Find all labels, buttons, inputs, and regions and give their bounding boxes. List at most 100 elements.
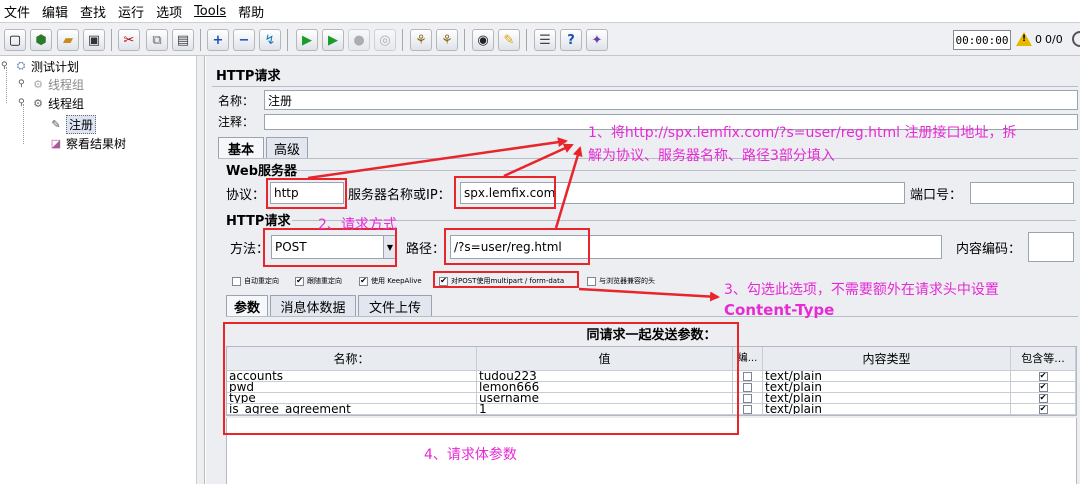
toggle-icon[interactable]: ↯ bbox=[259, 29, 281, 51]
menu-help[interactable]: 帮助 bbox=[238, 2, 264, 21]
server-label: 服务器名称或IP： bbox=[348, 187, 451, 203]
gear-icon: ⚙ bbox=[33, 96, 43, 110]
sampler-pencil-icon: ✎ bbox=[51, 117, 61, 131]
menu-tools[interactable]: Tools bbox=[194, 4, 226, 19]
browser-headers-checkbox[interactable]: 与浏览器兼容的头 bbox=[587, 276, 655, 286]
param-content-type[interactable]: text/plain bbox=[763, 371, 1011, 382]
thread-count: 0/0 bbox=[1045, 32, 1063, 46]
checkbox-box: ✔ bbox=[359, 276, 368, 286]
annotation-box-params bbox=[223, 322, 739, 435]
encode-checkbox[interactable] bbox=[743, 404, 752, 414]
listener-icon: ◪ bbox=[50, 136, 62, 150]
tree-toggle-icon[interactable]: ⚲ bbox=[18, 79, 28, 89]
tab-file-upload[interactable]: 文件上传 bbox=[358, 295, 432, 316]
encoding-label: 内容编码： bbox=[956, 241, 1022, 257]
clear-all-icon[interactable]: ⚘ bbox=[436, 29, 458, 51]
annotation-note-1-line-2: 解为协议、服务器名称、路径3部分填入 bbox=[588, 148, 835, 164]
encode-checkbox[interactable] bbox=[743, 393, 752, 403]
column-header-include-equals[interactable]: 包含等... bbox=[1011, 347, 1076, 371]
tree-node-test-plan[interactable]: ⚲ ⛭ 测试计划 bbox=[1, 57, 79, 75]
start-icon[interactable]: ▶ bbox=[296, 29, 318, 51]
menu-options[interactable]: 选项 bbox=[156, 2, 182, 21]
checkbox-box: ✔ bbox=[295, 276, 304, 286]
include-equals-cell[interactable]: ✔ bbox=[1011, 393, 1076, 404]
menu-run[interactable]: 运行 bbox=[118, 2, 144, 21]
encode-checkbox[interactable] bbox=[743, 371, 752, 381]
tab-body-data[interactable]: 消息体数据 bbox=[270, 295, 356, 316]
param-content-type[interactable]: text/plain bbox=[763, 404, 1011, 415]
help-icon[interactable]: ? bbox=[560, 29, 582, 51]
annotation-note-3-line-1: 3、勾选此选项，不需要额外在请求头中设置 bbox=[724, 282, 999, 298]
follow-redirect-checkbox[interactable]: ✔ 跟随重定向 bbox=[295, 276, 342, 286]
keepalive-checkbox[interactable]: ✔ 使用 KeepAlive bbox=[359, 276, 422, 286]
menu-file[interactable]: 文件 bbox=[4, 2, 30, 21]
test-plan-tree: ⚲ ⛭ 测试计划 ⚲ ⚙ 线程组 ⚲ ⚙ 线程组 ✎ 注册 ◪ 察看结果树 bbox=[0, 56, 197, 484]
port-label: 端口号： bbox=[910, 187, 963, 203]
param-content-type[interactable]: text/plain bbox=[763, 382, 1011, 393]
encode-checkbox[interactable] bbox=[743, 382, 752, 392]
annotation-box-server bbox=[454, 176, 556, 209]
tab-parameters[interactable]: 参数 bbox=[226, 295, 268, 316]
reset-search-icon[interactable]: ✎ bbox=[498, 29, 520, 51]
function-helper-icon[interactable]: ☰ bbox=[534, 29, 556, 51]
name-field[interactable]: 注册 bbox=[264, 90, 1078, 110]
search-icon[interactable]: ◉ bbox=[472, 29, 494, 51]
clear-icon[interactable]: ⚘ bbox=[410, 29, 432, 51]
auto-redirect-checkbox[interactable]: 自动重定向 bbox=[232, 276, 279, 286]
shutdown-icon[interactable]: ◎ bbox=[374, 29, 396, 51]
elapsed-timer: 00:00:00 bbox=[953, 30, 1011, 50]
copy-icon[interactable]: ⧉ bbox=[146, 29, 168, 51]
annotation-box-path bbox=[444, 228, 590, 265]
checkbox-box bbox=[587, 276, 596, 286]
comment-label: 注释： bbox=[218, 114, 255, 129]
tree-node-results-tree[interactable]: ◪ 察看结果树 bbox=[46, 134, 126, 152]
warning-icon: ! bbox=[1016, 32, 1032, 46]
annotation-note-3-line-2: Content-Type bbox=[724, 301, 835, 319]
tree-node-thread-group-2[interactable]: ⚲ ⚙ 线程组 bbox=[18, 94, 84, 112]
column-header-content-type[interactable]: 内容类型 bbox=[763, 347, 1011, 371]
tab-advanced[interactable]: 高级 bbox=[266, 137, 308, 158]
gear-icon: ⚙ bbox=[33, 77, 43, 91]
include-equals-checkbox[interactable]: ✔ bbox=[1038, 404, 1048, 414]
checkbox-box bbox=[232, 276, 241, 286]
menu-search[interactable]: 查找 bbox=[80, 2, 106, 21]
expand-icon[interactable]: + bbox=[207, 29, 229, 51]
tree-node-register[interactable]: ✎ 注册 bbox=[46, 114, 97, 134]
menu-edit[interactable]: 编辑 bbox=[42, 2, 68, 21]
panel-title: HTTP请求 bbox=[216, 68, 281, 84]
collapse-icon[interactable]: − bbox=[233, 29, 255, 51]
encoding-field[interactable] bbox=[1028, 232, 1074, 262]
include-equals-checkbox[interactable]: ✔ bbox=[1038, 371, 1048, 381]
splitter[interactable] bbox=[197, 56, 205, 484]
include-equals-checkbox[interactable]: ✔ bbox=[1038, 393, 1048, 403]
tab-basic[interactable]: 基本 bbox=[218, 137, 264, 158]
tree-toggle-icon[interactable]: ⚲ bbox=[1, 61, 11, 71]
save-icon[interactable]: ▣ bbox=[83, 29, 105, 51]
warning-indicator[interactable]: ! 0 0/0 bbox=[1016, 32, 1063, 46]
cut-icon[interactable]: ✂ bbox=[118, 29, 140, 51]
include-equals-cell[interactable]: ✔ bbox=[1011, 382, 1076, 393]
annotation-note-2: 2、请求方式 bbox=[318, 217, 397, 233]
port-field[interactable] bbox=[970, 182, 1074, 204]
tree-node-thread-group-1[interactable]: ⚲ ⚙ 线程组 bbox=[18, 75, 84, 93]
test-plan-icon: ⛭ bbox=[16, 59, 26, 72]
new-icon[interactable]: ▢ bbox=[4, 29, 26, 51]
annotation-note-1-line-1: 1、将http://spx.lemfix.com/?s=user/reg.htm… bbox=[588, 125, 1017, 141]
start-no-pause-icon[interactable]: ▶ bbox=[322, 29, 344, 51]
menu-bar: 文件 编辑 查找 运行 选项 Tools 帮助 bbox=[0, 0, 1080, 22]
tree-toggle-icon[interactable]: ⚲ bbox=[18, 98, 28, 108]
open-icon[interactable]: ▰ bbox=[57, 29, 79, 51]
remote-icon[interactable]: ✦ bbox=[586, 29, 608, 51]
paste-icon[interactable]: ▤ bbox=[172, 29, 194, 51]
annotation-note-4: 4、请求体参数 bbox=[424, 447, 517, 463]
stop-icon[interactable]: ● bbox=[348, 29, 370, 51]
include-equals-cell[interactable]: ✔ bbox=[1011, 371, 1076, 382]
param-content-type[interactable]: text/plain bbox=[763, 393, 1011, 404]
include-equals-checkbox[interactable]: ✔ bbox=[1038, 382, 1048, 392]
http-request-legend: HTTP请求 bbox=[226, 213, 291, 229]
toolbar: ▢ ⬢ ▰ ▣ ✂ ⧉ ▤ + − ↯ ▶ ▶ ● ◎ ⚘ ⚘ ◉ ✎ ☰ ? … bbox=[0, 22, 1080, 56]
annotation-box-protocol bbox=[266, 178, 347, 209]
templates-icon[interactable]: ⬢ bbox=[30, 29, 52, 51]
include-equals-cell[interactable]: ✔ bbox=[1011, 404, 1076, 415]
protocol-label: 协议： bbox=[226, 187, 266, 203]
